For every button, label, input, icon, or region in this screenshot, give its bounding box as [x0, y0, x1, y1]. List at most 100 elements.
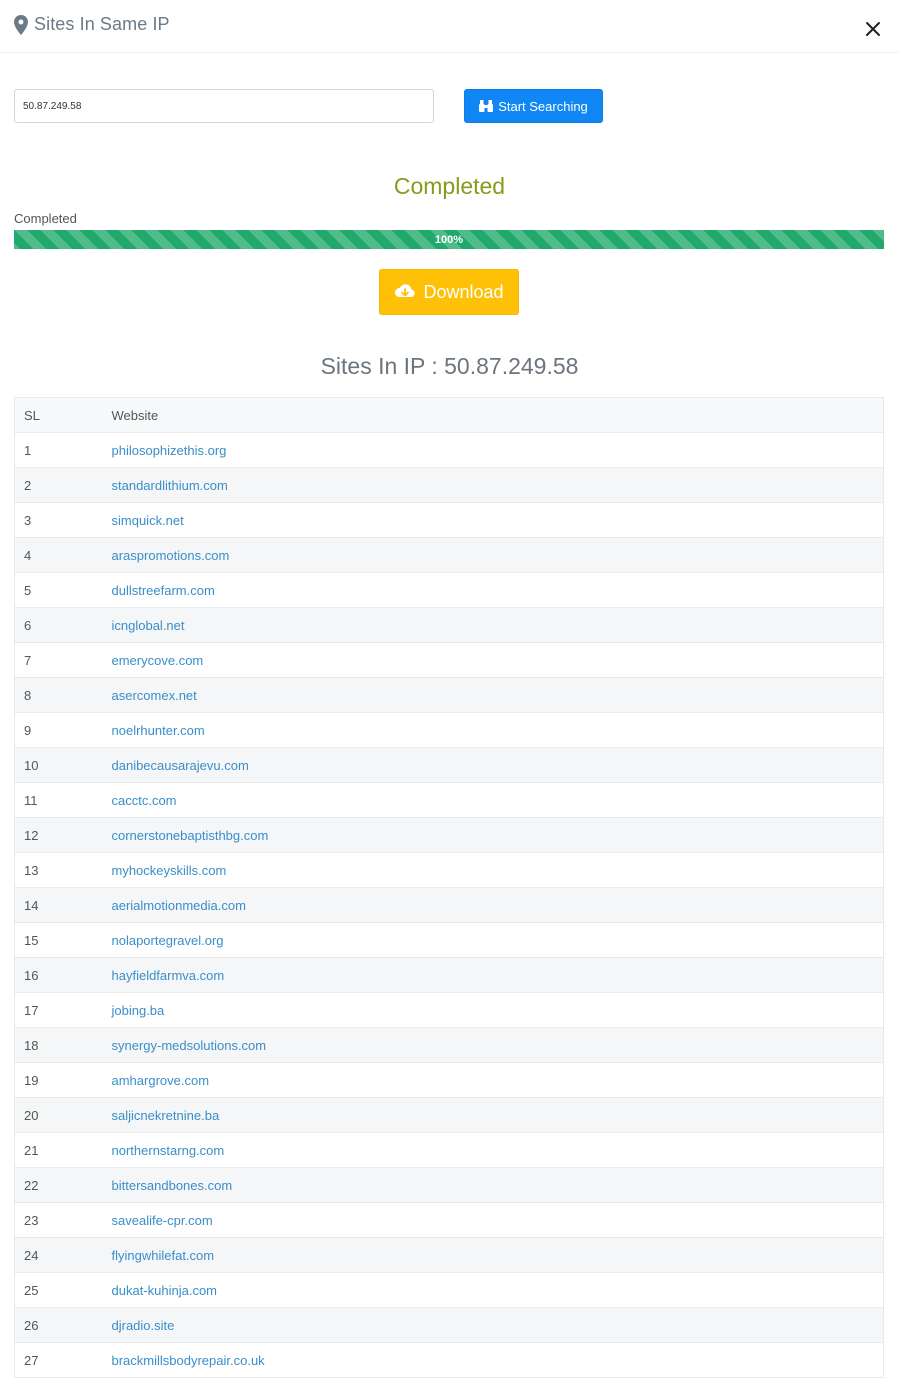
row-sl: 26	[14, 1307, 103, 1343]
start-searching-label: Start Searching	[498, 98, 588, 114]
website-link[interactable]: araspromotions.com	[112, 548, 230, 563]
website-link[interactable]: bittersandbones.com	[112, 1178, 233, 1193]
row-sl: 4	[14, 537, 103, 573]
row-website: cacctc.com	[102, 782, 884, 818]
row-website: brackmillsbodyrepair.co.uk	[102, 1342, 884, 1378]
table-row: 23 savealife-cpr.com	[14, 1202, 884, 1238]
website-link[interactable]: asercomex.net	[112, 688, 197, 703]
column-header-sl: SL	[14, 397, 103, 433]
row-sl: 18	[14, 1027, 103, 1063]
table-row: 1 philosophizethis.org	[14, 432, 884, 468]
row-website: aerialmotionmedia.com	[102, 887, 884, 923]
progress-label: Completed	[14, 211, 77, 226]
row-sl: 21	[14, 1132, 103, 1168]
website-link[interactable]: hayfieldfarmva.com	[112, 968, 225, 983]
row-sl: 9	[14, 712, 103, 748]
row-sl: 13	[14, 852, 103, 888]
website-link[interactable]: saljicnekretnine.ba	[112, 1108, 220, 1123]
row-website: dullstreefarm.com	[102, 572, 884, 608]
download-button[interactable]: Download	[379, 269, 519, 315]
row-sl: 10	[14, 747, 103, 783]
row-sl: 27	[14, 1342, 103, 1378]
row-sl: 15	[14, 922, 103, 958]
website-link[interactable]: dullstreefarm.com	[112, 583, 215, 598]
website-link[interactable]: aerialmotionmedia.com	[112, 898, 246, 913]
website-link[interactable]: brackmillsbodyrepair.co.uk	[112, 1353, 265, 1368]
progress-bar: 100%	[14, 230, 884, 249]
website-link[interactable]: northernstarng.com	[112, 1143, 225, 1158]
table-row: 26 djradio.site	[14, 1307, 884, 1343]
row-website: dukat-kuhinja.com	[102, 1272, 884, 1308]
table-row: 17 jobing.ba	[14, 992, 884, 1028]
website-link[interactable]: flyingwhilefat.com	[112, 1248, 215, 1263]
table-row: 13 myhockeyskills.com	[14, 852, 884, 888]
website-link[interactable]: savealife-cpr.com	[112, 1213, 213, 1228]
row-sl: 24	[14, 1237, 103, 1273]
row-sl: 7	[14, 642, 103, 678]
table-row: 14 aerialmotionmedia.com	[14, 887, 884, 923]
table-row: 25 dukat-kuhinja.com	[14, 1272, 884, 1308]
row-sl: 14	[14, 887, 103, 923]
sites-heading: Sites In IP : 50.87.249.58	[320, 353, 579, 379]
row-website: flyingwhilefat.com	[102, 1237, 884, 1273]
progress-text: 100%	[434, 233, 464, 246]
row-sl: 20	[14, 1097, 103, 1133]
row-sl: 19	[14, 1062, 103, 1098]
website-link[interactable]: philosophizethis.org	[112, 443, 227, 458]
row-sl: 23	[14, 1202, 103, 1238]
row-sl: 2	[14, 467, 103, 503]
table-row: 4 araspromotions.com	[14, 537, 884, 573]
row-sl: 3	[14, 502, 103, 538]
table-row: 7 emerycove.com	[14, 642, 884, 678]
column-header-website: Website	[102, 397, 884, 433]
progress-fill: 100%	[14, 230, 884, 249]
website-link[interactable]: djradio.site	[112, 1318, 175, 1333]
website-link[interactable]: standardlithium.com	[112, 478, 228, 493]
website-link[interactable]: amhargrove.com	[112, 1073, 210, 1088]
website-link[interactable]: cacctc.com	[112, 793, 177, 808]
website-link[interactable]: dukat-kuhinja.com	[112, 1283, 218, 1298]
table-row: 5 dullstreefarm.com	[14, 572, 884, 608]
map-pin-icon	[14, 15, 28, 35]
table-row: 6 icnglobal.net	[14, 607, 884, 643]
row-website: amhargrove.com	[102, 1062, 884, 1098]
row-website: savealife-cpr.com	[102, 1202, 884, 1238]
website-link[interactable]: simquick.net	[112, 513, 184, 528]
row-website: jobing.ba	[102, 992, 884, 1028]
modal-title: Sites In Same IP	[34, 14, 170, 34]
row-sl: 17	[14, 992, 103, 1028]
website-link[interactable]: noelrhunter.com	[112, 723, 205, 738]
table-row: 21 northernstarng.com	[14, 1132, 884, 1168]
row-website: icnglobal.net	[102, 607, 884, 643]
cloud-download-icon	[395, 284, 416, 297]
modal-header: Sites In Same IP	[0, 0, 899, 53]
row-sl: 1	[14, 432, 103, 468]
results-table: SL Website 1 philosophizethis.org 2 standar…	[14, 397, 884, 1378]
website-link[interactable]: myhockeyskills.com	[112, 863, 227, 878]
row-website: cornerstonebaptisthbg.com	[102, 817, 884, 853]
website-link[interactable]: emerycove.com	[112, 653, 204, 668]
table-row: 19 amhargrove.com	[14, 1062, 884, 1098]
table-row: 3 simquick.net	[14, 502, 884, 538]
row-website: simquick.net	[102, 502, 884, 538]
close-icon[interactable]	[864, 20, 882, 38]
website-link[interactable]: cornerstonebaptisthbg.com	[112, 828, 269, 843]
table-header-row: SL Website	[14, 397, 884, 433]
start-searching-button[interactable]: Start Searching	[464, 89, 603, 123]
table-row: 11 cacctc.com	[14, 782, 884, 818]
website-link[interactable]: nolaportegravel.org	[112, 933, 224, 948]
table-row: 20 saljicnekretnine.ba	[14, 1097, 884, 1133]
table-row: 18 synergy-medsolutions.com	[14, 1027, 884, 1063]
row-sl: 16	[14, 957, 103, 993]
website-link[interactable]: synergy-medsolutions.com	[112, 1038, 267, 1053]
row-website: hayfieldfarmva.com	[102, 957, 884, 993]
website-link[interactable]: danibecausarajevu.com	[112, 758, 249, 773]
row-website: saljicnekretnine.ba	[102, 1097, 884, 1133]
website-link[interactable]: icnglobal.net	[112, 618, 185, 633]
binoculars-icon	[479, 100, 494, 112]
ip-input[interactable]	[14, 89, 434, 123]
row-sl: 12	[14, 817, 103, 853]
row-website: myhockeyskills.com	[102, 852, 884, 888]
website-link[interactable]: jobing.ba	[112, 1003, 165, 1018]
row-website: djradio.site	[102, 1307, 884, 1343]
